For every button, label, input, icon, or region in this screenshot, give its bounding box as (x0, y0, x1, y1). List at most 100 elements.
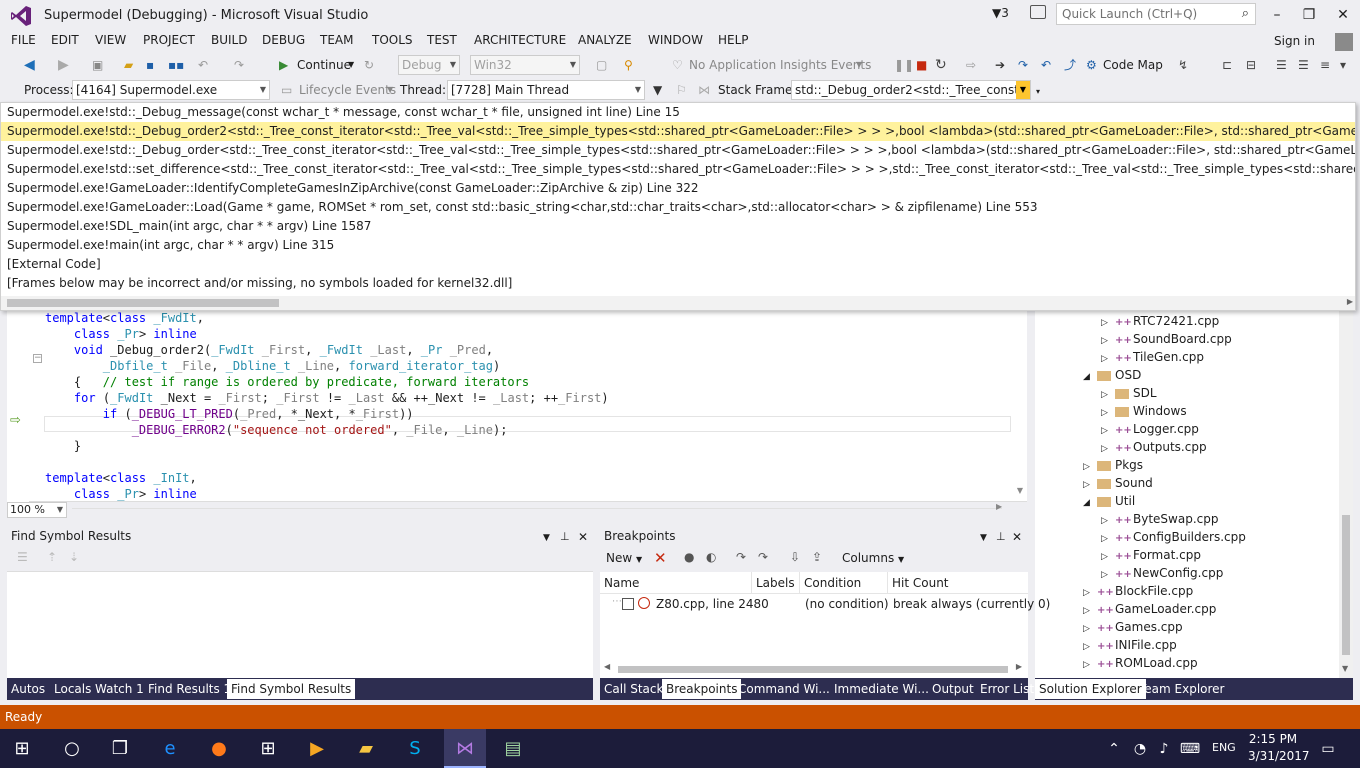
delete-all-icon[interactable]: ● (684, 550, 694, 564)
columns-button[interactable]: Columns ▼ (842, 551, 904, 565)
breakpoint-checkbox[interactable] (622, 598, 634, 610)
pin-icon[interactable]: ⊥ (996, 527, 1006, 547)
scroll-right-icon[interactable]: ▶ (996, 502, 1002, 511)
save-icon[interactable]: ▪ (146, 55, 154, 75)
tree-item[interactable]: ▷ ++Outputs.cpp (1101, 438, 1207, 456)
restart-debug-icon[interactable]: ↻ (935, 55, 947, 75)
tree-item[interactable]: ▷ Pkgs (1083, 456, 1143, 474)
tool-tab[interactable]: Command Wi... (734, 679, 834, 699)
zoom-select[interactable]: 100 % ▼ (7, 502, 67, 518)
column-divider[interactable] (799, 572, 800, 594)
feedback-icon[interactable] (1030, 5, 1046, 19)
scroll-down-icon[interactable]: ▼ (1342, 664, 1348, 673)
tree-item[interactable]: ▷ SDL (1101, 384, 1157, 402)
redo-icon[interactable]: ↷ (234, 55, 244, 75)
collapse-icon[interactable]: − (33, 354, 42, 363)
step-over-icon[interactable]: ↷ (1018, 55, 1028, 75)
tree-item[interactable]: ▷ ++INIFile.cpp (1083, 636, 1177, 654)
stack-frame-item[interactable]: Supermodel.exe!GameLoader::Load(Game * g… (1, 198, 1355, 217)
menu-test[interactable]: TEST (427, 33, 457, 47)
visual-studio-taskbar-button[interactable]: ⋈ (444, 729, 486, 768)
tool-tab[interactable]: Find Symbol Results (227, 679, 356, 699)
sign-in-link[interactable]: Sign in (1274, 34, 1315, 48)
tree-item[interactable]: ▷ ++ROMLoad.cpp (1083, 654, 1198, 672)
insights-icon[interactable]: ♡ (672, 55, 683, 75)
tool-tab[interactable]: Find Results 1 (144, 679, 235, 699)
column-hit-count[interactable]: Hit Count (892, 576, 949, 590)
thread-select[interactable]: [7728] Main Thread ▼ (447, 80, 645, 100)
pin-icon[interactable]: ⊥ (560, 527, 570, 547)
new-project-icon[interactable]: ▣ (92, 55, 103, 75)
attach-icon[interactable]: ▢ (596, 55, 607, 75)
new-breakpoint-button[interactable]: New ▼ (606, 551, 642, 565)
code-editor[interactable]: ⇨ − template<class _FwdIt, class _Pr> in… (7, 310, 1027, 502)
export-icon[interactable]: ⇩ (790, 550, 800, 564)
stack-frame-select[interactable]: std::_Debug_order2<std::_Tree_const_iter… (791, 80, 1031, 100)
stack-frame-item[interactable]: [External Code] (1, 255, 1355, 274)
column-divider[interactable] (751, 572, 752, 594)
tree-item[interactable]: ▷ ++BlockFile.cpp (1083, 582, 1193, 600)
action-center-icon[interactable]: ▭ (1314, 735, 1342, 763)
app-window-icon[interactable]: ▤ (499, 735, 527, 763)
panel-dropdown-icon[interactable]: ▼ (543, 528, 550, 548)
menu-debug[interactable]: DEBUG (262, 33, 305, 47)
indent-icon[interactable]: ☰ (1276, 55, 1287, 75)
lifecycle-dropdown-icon[interactable]: ▼ (387, 80, 393, 100)
menu-window[interactable]: WINDOW (648, 33, 703, 47)
minimize-button[interactable]: – (1262, 4, 1292, 26)
tool-tab[interactable]: Breakpoints (662, 679, 742, 699)
maximize-button[interactable]: ❐ (1294, 4, 1324, 26)
stack-frame-item[interactable]: Supermodel.exe!main(int argc, char * * a… (1, 236, 1355, 255)
menu-build[interactable]: BUILD (211, 33, 247, 47)
skype-icon[interactable]: S (401, 735, 429, 763)
expand-icon[interactable]: ▷ (1083, 656, 1097, 674)
flag-icon[interactable]: ⚐ (676, 80, 687, 100)
menu-edit[interactable]: EDIT (51, 33, 79, 47)
task-view-icon[interactable]: ❐ (106, 735, 134, 763)
stack-icon[interactable]: ⊟ (1246, 55, 1256, 75)
tree-item[interactable]: ▷ ++Games.cpp (1083, 618, 1183, 636)
stop-icon[interactable]: ■ (916, 55, 927, 75)
volume-icon[interactable]: ♪ (1150, 735, 1178, 763)
filter-icon[interactable]: ▼ (653, 80, 662, 100)
show-next-statement-icon[interactable]: ⇨ (966, 55, 976, 75)
insights-label[interactable]: No Application Insights Events (689, 55, 871, 75)
restart-icon[interactable]: ↻ (364, 55, 374, 75)
thread-icon[interactable]: ⊏ (1222, 55, 1232, 75)
scroll-down-icon[interactable]: ▼ (1017, 486, 1023, 495)
comment-icon[interactable]: ≡ (1320, 55, 1330, 75)
tree-item[interactable]: ▷ ++Format.cpp (1101, 546, 1201, 564)
toolbar-overflow-icon[interactable]: ▾ (1036, 82, 1040, 102)
tool-tab[interactable]: Immediate Wi... (830, 679, 933, 699)
tool-tab[interactable]: Solution Explorer (1035, 679, 1146, 699)
tree-item[interactable]: ▷ ++GameLoader.cpp (1083, 600, 1216, 618)
tool-tab[interactable]: Locals (50, 679, 95, 699)
disable-all-icon[interactable]: ◐ (706, 550, 716, 564)
continue-button[interactable]: Continue (297, 55, 351, 75)
delete-icon[interactable]: ✕ (654, 549, 667, 567)
menu-view[interactable]: VIEW (95, 33, 126, 47)
platform-select[interactable]: Win32 ▼ (470, 55, 580, 75)
back-icon[interactable]: ◀ (24, 55, 35, 75)
tool-tab[interactable]: Autos (7, 679, 49, 699)
tree-item[interactable]: ◢ Util (1083, 492, 1135, 510)
stack-frame-item[interactable]: Supermodel.exe!std::_Debug_order<std::_T… (1, 141, 1355, 160)
stack-frame-item[interactable]: Supermodel.exe!GameLoader::IdentifyCompl… (1, 179, 1355, 198)
go-to-source-icon[interactable]: ↷ (736, 550, 746, 564)
edge-icon[interactable]: e (156, 735, 184, 763)
notifications-flag-icon[interactable]: ▼3 (992, 6, 1009, 20)
scrollbar-thumb[interactable] (1342, 515, 1350, 655)
menu-tools[interactable]: TOOLS (372, 33, 413, 47)
code-map-icon[interactable]: ⤴ (1064, 55, 1076, 75)
outdent-icon[interactable]: ☰ (1298, 55, 1309, 75)
toolbar-overflow-icon[interactable]: ▾ (1340, 55, 1346, 75)
continue-icon[interactable]: ▶ (279, 55, 288, 75)
tree-item[interactable]: ▷ Sound (1083, 474, 1153, 492)
menu-help[interactable]: HELP (718, 33, 749, 47)
clear-icon[interactable]: ☰ (17, 550, 28, 564)
go-down-icon[interactable]: ⇣ (69, 550, 79, 564)
hex-icon[interactable]: ↯ (1178, 55, 1188, 75)
collapse-icon[interactable]: ◢ (1083, 494, 1097, 512)
language-indicator[interactable]: ENG (1212, 741, 1236, 754)
menu-file[interactable]: FILE (11, 33, 36, 47)
